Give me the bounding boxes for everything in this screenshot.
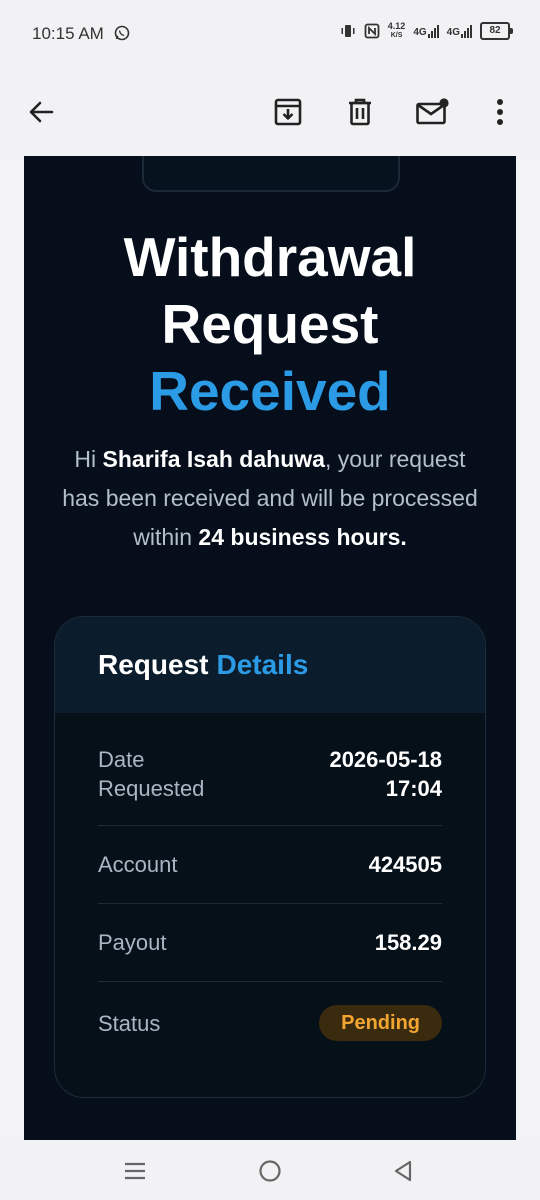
arrow-left-icon [29,101,54,123]
app-toolbar [0,70,540,156]
trash-icon [349,98,371,126]
system-nav-bar [0,1140,540,1200]
home-circle-icon [259,1160,281,1182]
status-icons: 4.12 K/S 4G 4G 82 [340,22,513,40]
details-header: Request Details [55,617,485,713]
signal-1: 4G [413,24,439,38]
battery-level: 82 [489,25,501,36]
detail-label: Account [98,852,178,877]
whatsapp-icon [114,25,130,41]
network-type-2: 4G [446,26,460,38]
net-speed-unit: K/S [390,32,403,39]
more-vert-icon [497,99,503,125]
back-triangle-icon [394,1160,412,1182]
detail-value: 2026-05-18 17:04 [329,747,442,801]
archive-icon [274,98,302,126]
nfc-icon [364,23,380,39]
network-speed: 4.12 K/S [388,22,406,40]
detail-row-payout: Payout 158.29 [98,928,442,957]
more-options-button[interactable] [480,92,520,132]
net-speed-value: 4.12 [387,21,406,31]
intro-prefix: Hi [74,446,103,472]
title-line-1: Withdrawal [123,226,417,288]
user-name: Sharifa Isah dahuwa [102,446,325,472]
page-title: Withdrawal Request Received [24,224,516,425]
details-title: Request [98,649,209,680]
recents-button[interactable] [120,1156,150,1186]
status-time: 10:15 AM [32,24,104,43]
details-title-accent: Details [216,649,309,680]
intro-emphasis: 24 business hours. [198,524,407,550]
back-button[interactable] [21,92,61,132]
delete-button[interactable] [340,92,380,132]
mail-unread-icon [416,98,449,125]
nav-back-button[interactable] [388,1156,418,1186]
signal-2: 4G [446,24,472,38]
email-body: Withdrawal Request Received Hi Sharifa I… [24,156,516,1140]
divider [98,825,442,826]
request-details-card: Request Details Date Requested 2026-05-1… [54,616,486,1098]
battery-icon: 82 [480,22,513,40]
network-type-1: 4G [413,26,427,38]
archive-button[interactable] [268,92,308,132]
signal-bars-icon [461,24,472,38]
detail-value: 158.29 [374,930,442,955]
detail-value: 424505 [368,852,442,877]
intro-text: Hi Sharifa Isah dahuwa, your request has… [54,440,486,557]
title-line-2: Request [161,293,379,355]
signal-bars-icon [427,24,439,38]
home-button[interactable] [255,1156,285,1186]
header-card-edge [142,156,400,192]
detail-row-date: Date Requested 2026-05-18 17:04 [98,745,442,803]
detail-label: Payout [98,930,167,955]
vibrate-icon [341,25,355,37]
divider [98,903,442,904]
status-bar: 10:15 AM 4.12 K/S 4G 4G 82 [0,0,540,70]
divider [98,981,442,982]
detail-label: Date Requested [98,747,205,801]
menu-icon [125,1162,145,1180]
status-badge: Pending [319,1005,442,1041]
title-line-3: Received [149,360,391,422]
detail-row-status: Status Pending [98,1005,442,1041]
detail-row-account: Account 424505 [98,850,442,879]
detail-label: Status [98,1010,161,1036]
mark-unread-button[interactable] [412,92,452,132]
